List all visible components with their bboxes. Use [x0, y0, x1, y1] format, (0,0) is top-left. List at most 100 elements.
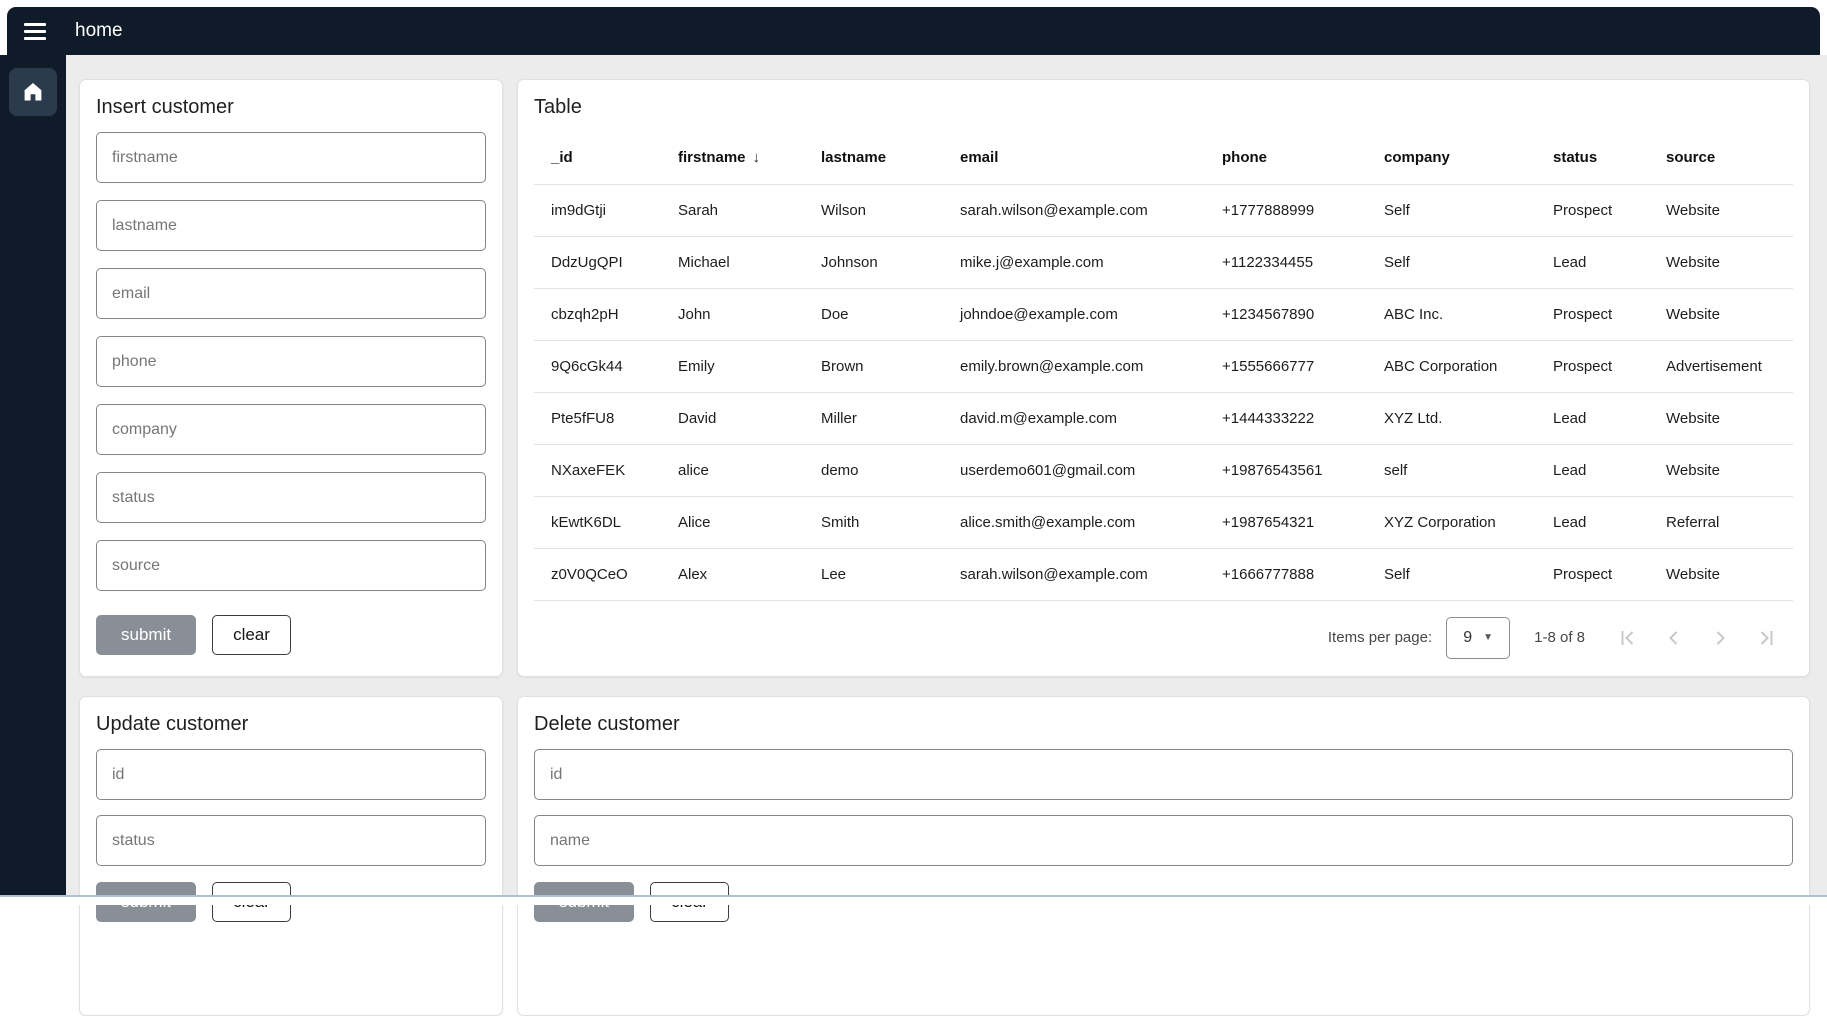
last-page-button[interactable] [1751, 623, 1781, 653]
table-cell: sarah.wilson@example.com [943, 548, 1205, 600]
table-cell: Lead [1536, 444, 1649, 496]
table-cell: Emily [661, 340, 804, 392]
table-cell: Sarah [661, 184, 804, 236]
table-cell: cbzqh2pH [534, 288, 661, 340]
table-cell: +1234567890 [1205, 288, 1367, 340]
update-status-field[interactable] [96, 815, 486, 866]
insert-submit-button[interactable]: submit [96, 615, 196, 655]
table-cell: alice [661, 444, 804, 496]
table-cell: Miller [804, 392, 943, 444]
email-field[interactable] [96, 268, 486, 319]
items-per-page-value: 9 [1463, 629, 1472, 647]
table-cell: +19876543561 [1205, 444, 1367, 496]
table-cell: XYZ Ltd. [1367, 392, 1536, 444]
status-field[interactable] [96, 472, 486, 523]
table-cell: Lead [1536, 496, 1649, 548]
table-cell: Website [1649, 392, 1793, 444]
table-cell: mike.j@example.com [943, 236, 1205, 288]
table-cell: NXaxeFEK [534, 444, 661, 496]
customers-table: _id firstname↓ lastname email phone comp… [534, 132, 1793, 601]
column-header-firstname[interactable]: firstname↓ [661, 132, 804, 184]
source-field[interactable] [96, 540, 486, 591]
table-cell: DdzUgQPI [534, 236, 661, 288]
insert-clear-button[interactable]: clear [212, 615, 291, 655]
table-cell: +1122334455 [1205, 236, 1367, 288]
company-field[interactable] [96, 404, 486, 455]
table-cell: Prospect [1536, 340, 1649, 392]
table-cell: Website [1649, 184, 1793, 236]
paginator-nav [1613, 623, 1781, 653]
insert-customer-card: Insert customer submit clear [79, 79, 503, 677]
window-bottom-edge [0, 895, 1827, 905]
main-content: Insert customer submit clear Table _id f… [66, 55, 1827, 905]
column-header-company[interactable]: company [1367, 132, 1536, 184]
insert-button-row: submit clear [96, 615, 486, 655]
table-cell: John [661, 288, 804, 340]
insert-card-title: Insert customer [96, 96, 486, 119]
table-cell: Michael [661, 236, 804, 288]
table-cell: z0V0QCeO [534, 548, 661, 600]
table-cell: Self [1367, 548, 1536, 600]
table-row: DdzUgQPIMichaelJohnsonmike.j@example.com… [534, 236, 1793, 288]
table-row: im9dGtjiSarahWilsonsarah.wilson@example.… [534, 184, 1793, 236]
table-cell: +1987654321 [1205, 496, 1367, 548]
column-header-email[interactable]: email [943, 132, 1205, 184]
items-per-page-label: Items per page: [1328, 629, 1432, 646]
table-cell: Prospect [1536, 288, 1649, 340]
column-header-id[interactable]: _id [534, 132, 661, 184]
table-cell: Prospect [1536, 184, 1649, 236]
home-icon [21, 80, 45, 104]
items-per-page-select[interactable]: 9 ▼ [1446, 617, 1510, 659]
update-customer-card: Update customer submit clear [79, 696, 503, 1016]
table-cell: Lead [1536, 236, 1649, 288]
delete-customer-card: Delete customer submit clear [517, 696, 1810, 1016]
column-header-lastname[interactable]: lastname [804, 132, 943, 184]
table-cell: Alice [661, 496, 804, 548]
table-cell: johndoe@example.com [943, 288, 1205, 340]
column-header-source[interactable]: source [1649, 132, 1793, 184]
table-cell: alice.smith@example.com [943, 496, 1205, 548]
dropdown-caret-icon: ▼ [1483, 632, 1493, 643]
paginator: Items per page: 9 ▼ 1-8 of 8 [534, 617, 1793, 659]
table-cell: ABC Corporation [1367, 340, 1536, 392]
table-cell: sarah.wilson@example.com [943, 184, 1205, 236]
table-cell: +1555666777 [1205, 340, 1367, 392]
table-cell: Pte5fFU8 [534, 392, 661, 444]
table-cell: self [1367, 444, 1536, 496]
table-cell: ABC Inc. [1367, 288, 1536, 340]
firstname-field[interactable] [96, 132, 486, 183]
table-cell: Self [1367, 184, 1536, 236]
table-cell: +1444333222 [1205, 392, 1367, 444]
phone-field[interactable] [96, 336, 486, 387]
next-page-button[interactable] [1705, 623, 1735, 653]
previous-page-button[interactable] [1659, 623, 1689, 653]
table-cell: userdemo601@gmail.com [943, 444, 1205, 496]
table-cell: Self [1367, 236, 1536, 288]
last-page-icon [1754, 626, 1778, 650]
delete-name-field[interactable] [534, 815, 1793, 866]
table-cell: Website [1649, 548, 1793, 600]
delete-form [534, 749, 1793, 866]
lastname-field[interactable] [96, 200, 486, 251]
first-page-icon [1616, 626, 1640, 650]
table-row: Pte5fFU8DavidMillerdavid.m@example.com+1… [534, 392, 1793, 444]
column-header-status[interactable]: status [1536, 132, 1649, 184]
topbar: home [7, 7, 1820, 55]
table-cell: Prospect [1536, 548, 1649, 600]
update-id-field[interactable] [96, 749, 486, 800]
table-card: Table _id firstname↓ lastname email phon… [517, 79, 1810, 677]
paginator-range-label: 1-8 of 8 [1534, 629, 1585, 646]
first-page-button[interactable] [1613, 623, 1643, 653]
table-cell: david.m@example.com [943, 392, 1205, 444]
sidebar-item-home[interactable] [9, 68, 57, 116]
update-card-title: Update customer [96, 713, 486, 736]
table-cell: +1777888999 [1205, 184, 1367, 236]
column-header-phone[interactable]: phone [1205, 132, 1367, 184]
table-body: im9dGtjiSarahWilsonsarah.wilson@example.… [534, 184, 1793, 600]
delete-id-field[interactable] [534, 749, 1793, 800]
table-cell: Alex [661, 548, 804, 600]
sort-desc-icon: ↓ [753, 149, 761, 166]
hamburger-menu-icon[interactable] [24, 23, 46, 40]
table-cell: im9dGtji [534, 184, 661, 236]
table-card-title: Table [534, 96, 1793, 119]
